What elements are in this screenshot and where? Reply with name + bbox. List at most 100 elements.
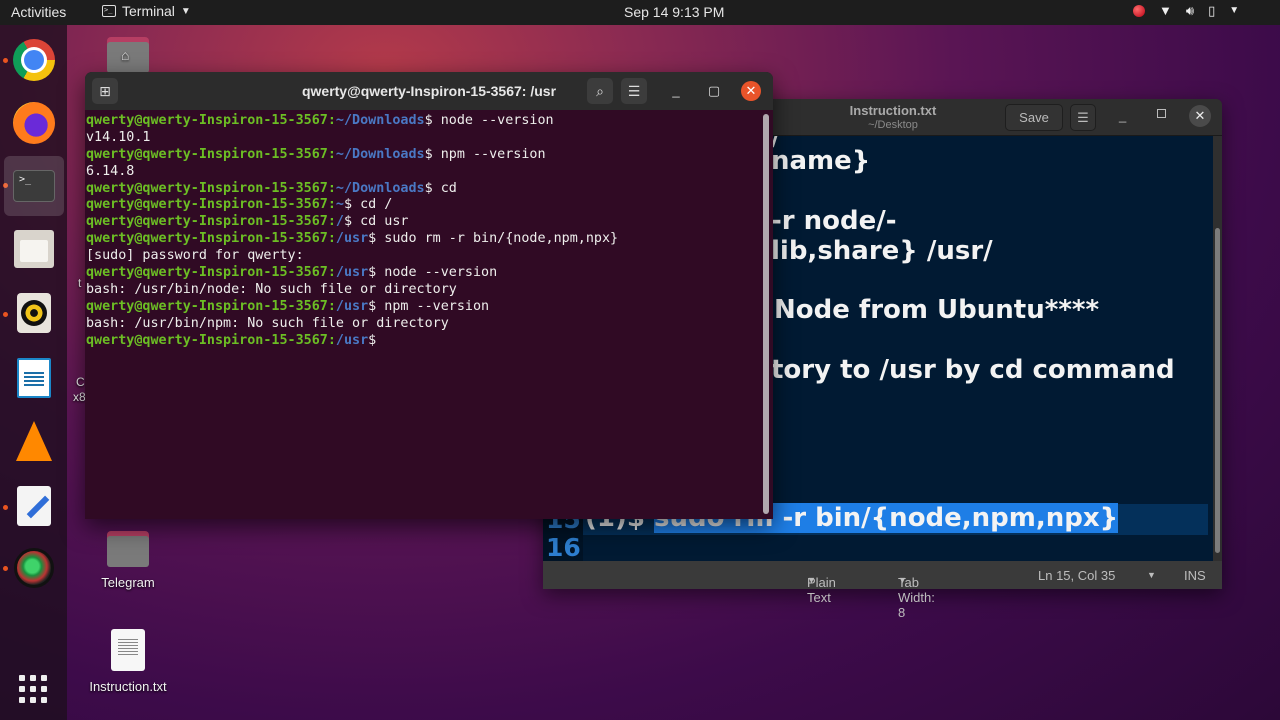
terminal-line: qwerty@qwerty-Inspiron-15-3567:/usr$ — [86, 333, 763, 350]
terminal-icon: >_ — [13, 170, 55, 202]
terminal-window: ⊞ qwerty@qwerty-Inspiron-15-3567: /usr ⌕… — [85, 72, 773, 519]
dock-item-terminal[interactable]: >_ — [4, 156, 64, 216]
record-indicator-icon[interactable] — [1133, 5, 1145, 17]
hamburger-menu-icon[interactable]: ☰ — [1070, 104, 1096, 131]
top-bar: Activities >_ Terminal ▼ Sep 14 9:13 PM … — [0, 0, 1280, 25]
desktop-instruction-file[interactable]: Instruction.txt — [78, 629, 178, 694]
terminal-app-icon: >_ — [102, 5, 116, 17]
clock[interactable]: Sep 14 9:13 PM — [624, 4, 724, 20]
system-menu-arrow-icon[interactable]: ▼ — [1229, 4, 1239, 18]
prompt-symbol: $ — [424, 113, 433, 128]
prompt-user: qwerty@qwerty-Inspiron-15-3567 — [86, 332, 328, 348]
prompt-user: qwerty@qwerty-Inspiron-15-3567 — [86, 231, 328, 247]
prompt-separator: : — [327, 231, 336, 247]
files-icon — [14, 230, 54, 268]
terminal-line: v14.10.1 — [86, 130, 763, 147]
prompt-user: qwerty@qwerty-Inspiron-15-3567 — [86, 197, 328, 213]
prompt-symbol: $ — [424, 146, 433, 162]
command-output: bash: /usr/bin/npm: No such file or dire… — [86, 315, 449, 331]
hamburger-menu-icon[interactable]: ☰ — [621, 78, 647, 104]
system-tray[interactable]: ▼ 🔊︎ ▯ ▼ — [1133, 4, 1239, 18]
vlc-icon — [16, 421, 52, 461]
dock-item-camera[interactable] — [8, 542, 60, 594]
terminal-scrollbar[interactable] — [763, 114, 769, 514]
close-icon[interactable]: ✕ — [1189, 105, 1211, 127]
prompt-path: / — [335, 214, 344, 230]
minimize-icon[interactable]: _ — [666, 81, 686, 101]
search-icon[interactable]: ⌕ — [587, 78, 613, 104]
prompt-user: qwerty@qwerty-Inspiron-15-3567 — [86, 265, 328, 281]
prompt-user: qwerty@qwerty-Inspiron-15-3567 — [86, 180, 328, 196]
activities-button[interactable]: Activities — [11, 4, 66, 20]
cursor-position[interactable]: Ln 15, Col 35 — [1038, 568, 1115, 583]
terminal-line: qwerty@qwerty-Inspiron-15-3567:~/Downloa… — [86, 113, 763, 130]
editor-line: Node from Ubuntu**** — [774, 295, 1100, 325]
dock-item-writer[interactable] — [8, 352, 60, 404]
command-text: cd — [432, 180, 457, 196]
command-output: bash: /usr/bin/node: No such file or dir… — [86, 281, 457, 297]
command-text: node --version — [376, 265, 498, 281]
terminal-line: qwerty@qwerty-Inspiron-15-3567:~/Downloa… — [86, 147, 763, 164]
prompt-symbol: $ — [343, 197, 353, 213]
editor-status-bar: Plain Text ▼ Tab Width: 8 ▼ Ln 15, Col 3… — [543, 561, 1222, 620]
terminal-line: qwerty@qwerty-Inspiron-15-3567:/usr$ nod… — [86, 265, 763, 282]
wifi-icon: ▼ — [1159, 3, 1172, 18]
prompt-path: ~/Downloads — [335, 180, 425, 196]
editor-scrollbar[interactable] — [1213, 136, 1222, 561]
terminal-line: qwerty@qwerty-Inspiron-15-3567:/usr$ npm… — [86, 299, 763, 316]
scrollbar-thumb[interactable] — [1215, 228, 1220, 553]
folder-icon — [107, 531, 149, 567]
app-menu-label: Terminal — [122, 3, 175, 19]
editor-line: -r node/- — [771, 206, 897, 236]
chrome-icon — [13, 39, 55, 81]
home-folder-icon: ⌂ — [107, 37, 149, 73]
dock-item-vlc[interactable] — [8, 415, 60, 467]
command-text: cd usr — [352, 214, 409, 230]
editor-title: Instruction.txt — [849, 103, 937, 118]
prompt-symbol: $ — [368, 332, 377, 348]
dock-item-text-editor[interactable] — [8, 480, 60, 532]
command-text: cd / — [352, 197, 393, 213]
desktop-telegram-folder[interactable]: Telegram — [90, 531, 166, 590]
chevron-down-icon[interactable]: ▼ — [1147, 570, 1156, 580]
app-menu[interactable]: >_ Terminal ▼ — [102, 3, 191, 19]
save-button[interactable]: Save — [1005, 104, 1063, 131]
prompt-path: ~ — [335, 197, 344, 213]
maximize-icon[interactable] — [1157, 109, 1166, 118]
show-apps-grid-icon[interactable] — [19, 675, 47, 703]
desktop-home-folder[interactable]: ⌂ — [106, 37, 150, 73]
prompt-separator: : — [327, 214, 336, 230]
prompt-symbol: $ — [424, 180, 433, 196]
prompt-path: /usr — [335, 298, 369, 314]
chevron-down-icon: ▼ — [898, 575, 907, 585]
desktop-icon-label: Instruction.txt — [89, 679, 167, 694]
prompt-separator: : — [327, 180, 336, 196]
camera-icon — [14, 548, 54, 588]
chevron-down-icon: ▼ — [180, 5, 191, 17]
desktop-icon-label: Telegram — [101, 575, 155, 590]
dock-item-chrome[interactable] — [8, 34, 60, 86]
insert-mode-indicator[interactable]: INS — [1184, 568, 1206, 583]
writer-icon — [17, 358, 51, 398]
terminal-line: 6.14.8 — [86, 164, 763, 181]
close-icon[interactable]: ✕ — [741, 81, 761, 101]
minimize-icon[interactable]: _ — [1119, 108, 1126, 123]
chevron-down-icon: ▼ — [807, 575, 816, 585]
command-text: npm --version — [432, 146, 546, 162]
command-text: npm --version — [376, 298, 490, 314]
line-number: 16 — [546, 533, 581, 561]
dock-item-files[interactable] — [8, 223, 60, 275]
dock-item-rhythmbox[interactable] — [8, 287, 60, 339]
terminal-line: qwerty@qwerty-Inspiron-15-3567:/$ cd usr — [86, 214, 763, 231]
maximize-icon[interactable]: ▢ — [704, 81, 724, 101]
prompt-user: qwerty@qwerty-Inspiron-15-3567 — [86, 146, 328, 162]
dock-item-firefox[interactable] — [8, 97, 60, 149]
editor-line: lib,share} /usr/ — [771, 236, 993, 266]
prompt-symbol: $ — [343, 214, 353, 230]
terminal-line: bash: /usr/bin/node: No such file or dir… — [86, 282, 763, 299]
prompt-separator: : — [327, 113, 336, 128]
terminal-output[interactable]: qwerty@qwerty-Inspiron-15-3567:~/Downloa… — [85, 110, 763, 519]
editor-line: name} — [771, 146, 871, 176]
prompt-path: ~/Downloads — [335, 113, 425, 128]
partial-label-line: x8 — [73, 390, 86, 404]
